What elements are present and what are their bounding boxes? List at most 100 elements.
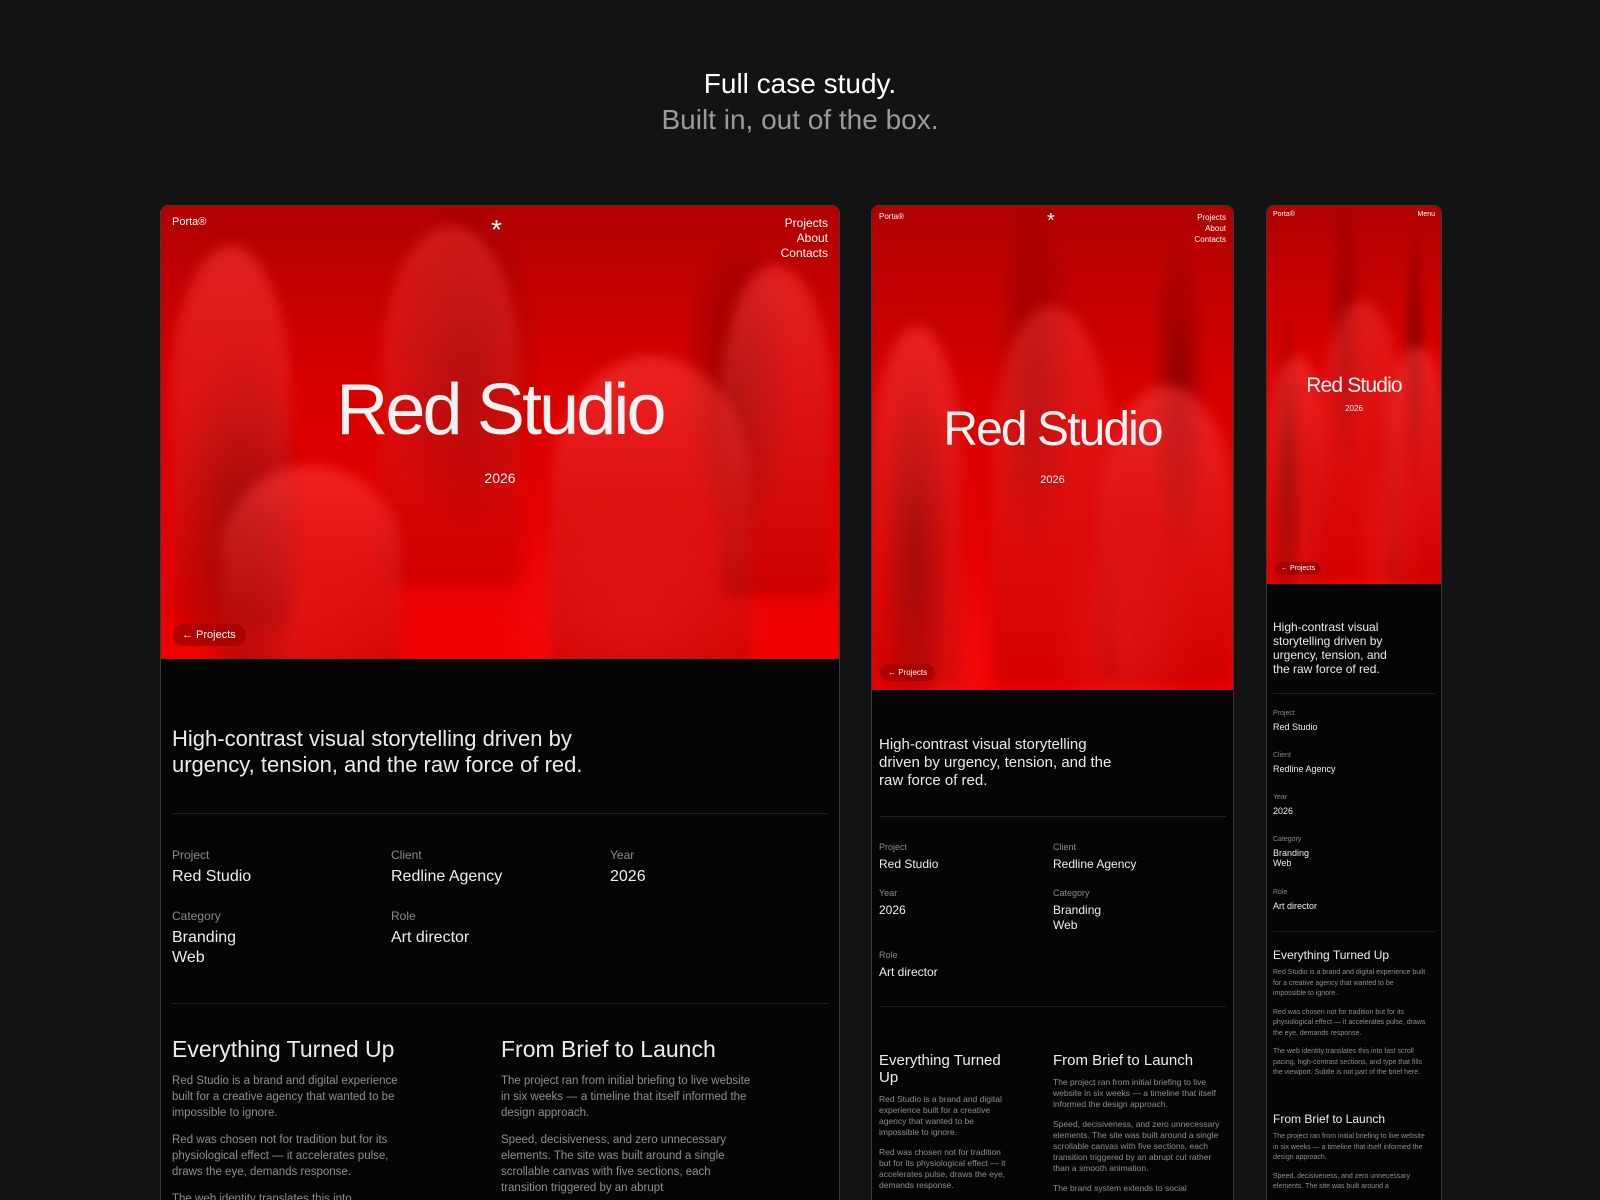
section-paragraph: Speed, decisiveness, and zero unnecessar… [1273, 1172, 1410, 1191]
divider [879, 816, 1226, 817]
meta-value: Web [172, 949, 205, 966]
divider [1273, 931, 1435, 932]
meta-project: Project Red Studio [879, 842, 938, 871]
divider [1273, 693, 1435, 694]
meta-value: Web [1273, 858, 1292, 868]
meta-value: 2026 [1273, 806, 1294, 816]
section-paragraph: Speed, decisiveness, and zero unnecessar… [1053, 1119, 1220, 1173]
meta-client: Client Redline Agency [391, 848, 502, 886]
meta-label: Category [1053, 888, 1090, 898]
brand-logo[interactable]: Porta® [172, 216, 206, 228]
lead-text: High-contrast visual storytelling driven… [1273, 620, 1387, 676]
meta-value: Branding [1273, 848, 1310, 858]
meta-year: Year 2026 [1273, 794, 1293, 816]
meta-value: Art director [391, 929, 470, 946]
meta-label: Client [1053, 842, 1077, 852]
nav-contacts[interactable]: Contacts [781, 246, 828, 261]
project-title: Red Studio [1306, 374, 1402, 397]
asterisk-icon: * [1047, 210, 1055, 232]
section-title: From Brief to Launch [501, 1036, 716, 1062]
section-paragraph: The web identity translates this into fa… [1273, 1048, 1423, 1076]
mobile-frame: Porta® Menu Red Studio 2026 ← Projects H… [1266, 205, 1442, 1200]
brand-logo[interactable]: Porta® [1273, 211, 1295, 218]
main-nav: Projects About Contacts [1194, 212, 1226, 245]
hero-image: Porta® Menu Red Studio 2026 ← Projects [1267, 206, 1441, 584]
meta-label: Role [391, 909, 416, 923]
section-paragraph: The web identity translates this into [172, 1193, 352, 1200]
meta-category: Category Branding Web [172, 909, 236, 967]
meta-label: Year [1273, 794, 1288, 801]
section-paragraph: The brand system extends to social [1053, 1183, 1187, 1193]
back-to-projects-button[interactable]: ← Projects [1275, 562, 1322, 575]
meta-value: Redline Agency [1053, 857, 1137, 871]
section-from-brief-to-launch: From Brief to Launch The project ran fro… [501, 1036, 751, 1196]
headline-line-1: Full case study. [703, 68, 897, 99]
section-paragraph: Red Studio is a brand and digital experi… [1273, 969, 1426, 997]
meta-value: Red Studio [172, 868, 252, 885]
meta-value: Branding [172, 929, 237, 946]
headline-line-2: Built in, out of the box. [661, 104, 939, 135]
project-title: Red Studio [943, 403, 1163, 456]
project-year: 2026 [484, 470, 516, 486]
back-to-projects-button[interactable]: ← Projects [880, 664, 936, 681]
brand-logo[interactable]: Porta® [879, 212, 904, 221]
meta-value: Art director [879, 965, 938, 979]
back-to-projects-button[interactable]: ← Projects [172, 624, 246, 646]
divider [172, 1003, 828, 1004]
section-everything-turned-up: Everything Turned Up Red Studio is a bra… [172, 1036, 412, 1200]
meta-label: Client [391, 848, 422, 862]
nav-about[interactable]: About [1194, 223, 1226, 234]
meta-label: Project [172, 848, 210, 862]
meta-label: Category [172, 909, 221, 923]
section-from-brief-to-launch: From Brief to Launch The project ran fro… [1273, 1112, 1428, 1193]
project-title: Red Studio [336, 370, 666, 450]
meta-value: Branding [1053, 903, 1102, 917]
meta-client: Client Redline Agency [1273, 752, 1336, 774]
desktop-frame: Porta® * Projects About Contacts Red Stu… [160, 205, 840, 1200]
meta-year: Year 2026 [879, 888, 906, 917]
section-paragraph: Red was chosen not for tradition but for… [172, 1134, 389, 1178]
meta-value: 2026 [879, 903, 906, 917]
project-year: 2026 [1345, 404, 1363, 413]
section-title: From Brief to Launch [1053, 1052, 1194, 1069]
section-paragraph: The project ran from initial briefing to… [1053, 1077, 1216, 1109]
nav-projects[interactable]: Projects [1194, 212, 1226, 223]
meta-label: Year [610, 848, 635, 862]
menu-button[interactable]: Menu [1417, 211, 1435, 218]
divider [879, 1006, 1226, 1007]
meta-project: Project Red Studio [172, 848, 251, 886]
section-from-brief-to-launch: From Brief to Launch The project ran fro… [1053, 1052, 1228, 1194]
section-paragraph: Red was chosen not for tradition but for… [1273, 1008, 1426, 1037]
meta-label: Project [879, 842, 908, 852]
meta-year: Year 2026 [610, 848, 646, 886]
asterisk-icon: * [491, 214, 502, 245]
meta-label: Year [879, 888, 898, 898]
section-paragraph: The project ran from initial briefing to… [501, 1075, 751, 1119]
section-title: Everything Turned Up [172, 1036, 395, 1062]
project-year: 2026 [1040, 474, 1065, 486]
section-everything-turned-up: Everything Turned Up Red Studio is a bra… [879, 1052, 1009, 1191]
divider [172, 813, 828, 814]
meta-value: Web [1053, 918, 1078, 932]
headline: Full case study. Built in, out of the bo… [0, 66, 1600, 138]
section-title: Everything Turned Up [1273, 948, 1390, 962]
section-paragraph: The project ran from initial briefing to… [1273, 1133, 1425, 1161]
section-paragraph: Speed, decisiveness, and zero unnecessar… [501, 1134, 727, 1194]
meta-client: Client Redline Agency [1053, 842, 1136, 871]
meta-role: Role Art director [1273, 889, 1317, 911]
meta-label: Category [1273, 836, 1302, 843]
meta-value: Red Studio [1273, 722, 1318, 732]
tablet-frame: Porta® * Projects About Contacts Red Stu… [871, 205, 1234, 1200]
hero-image: Porta® * Projects About Contacts Red Stu… [872, 206, 1233, 690]
nav-about[interactable]: About [781, 231, 828, 246]
meta-value: Redline Agency [391, 868, 503, 885]
meta-value: Red Studio [879, 857, 939, 871]
meta-category: Category Branding Web [1273, 836, 1309, 868]
nav-contacts[interactable]: Contacts [1194, 234, 1226, 245]
meta-label: Role [1273, 889, 1288, 896]
section-paragraph: Red Studio is a brand and digital experi… [172, 1075, 398, 1119]
nav-projects[interactable]: Projects [781, 216, 828, 231]
meta-role: Role Art director [391, 909, 469, 947]
hero-image: Porta® * Projects About Contacts Red Stu… [161, 206, 839, 659]
section-paragraph: Red Studio is a brand and digital experi… [879, 1094, 1002, 1137]
